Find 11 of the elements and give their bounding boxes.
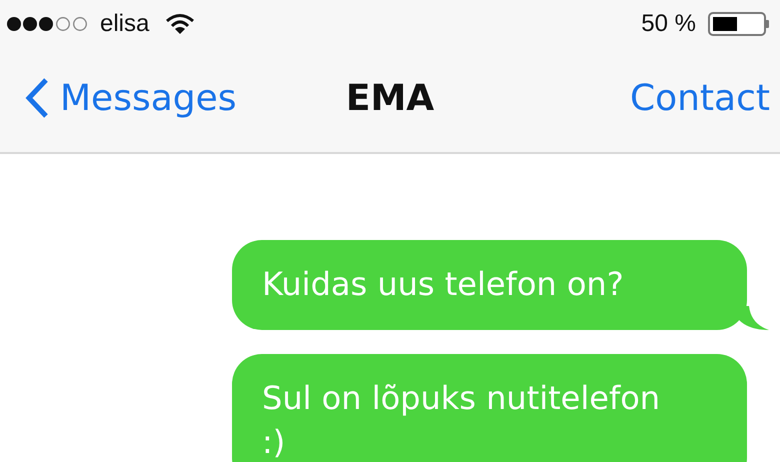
bubble-tail [739,306,769,330]
back-button[interactable]: Messages [24,77,237,119]
contact-button[interactable]: Contact [630,78,770,118]
message-bubble: Sul on lõpuks nutitelefon :) [232,354,747,462]
signal-icon [6,16,88,32]
chevron-icon [24,77,50,119]
conversation-title: EMA [344,78,436,118]
carrier-name: elisa [100,10,150,38]
battery-icon [708,12,770,36]
wifi-icon [165,13,196,35]
battery-percentage: 50 % [641,10,696,38]
